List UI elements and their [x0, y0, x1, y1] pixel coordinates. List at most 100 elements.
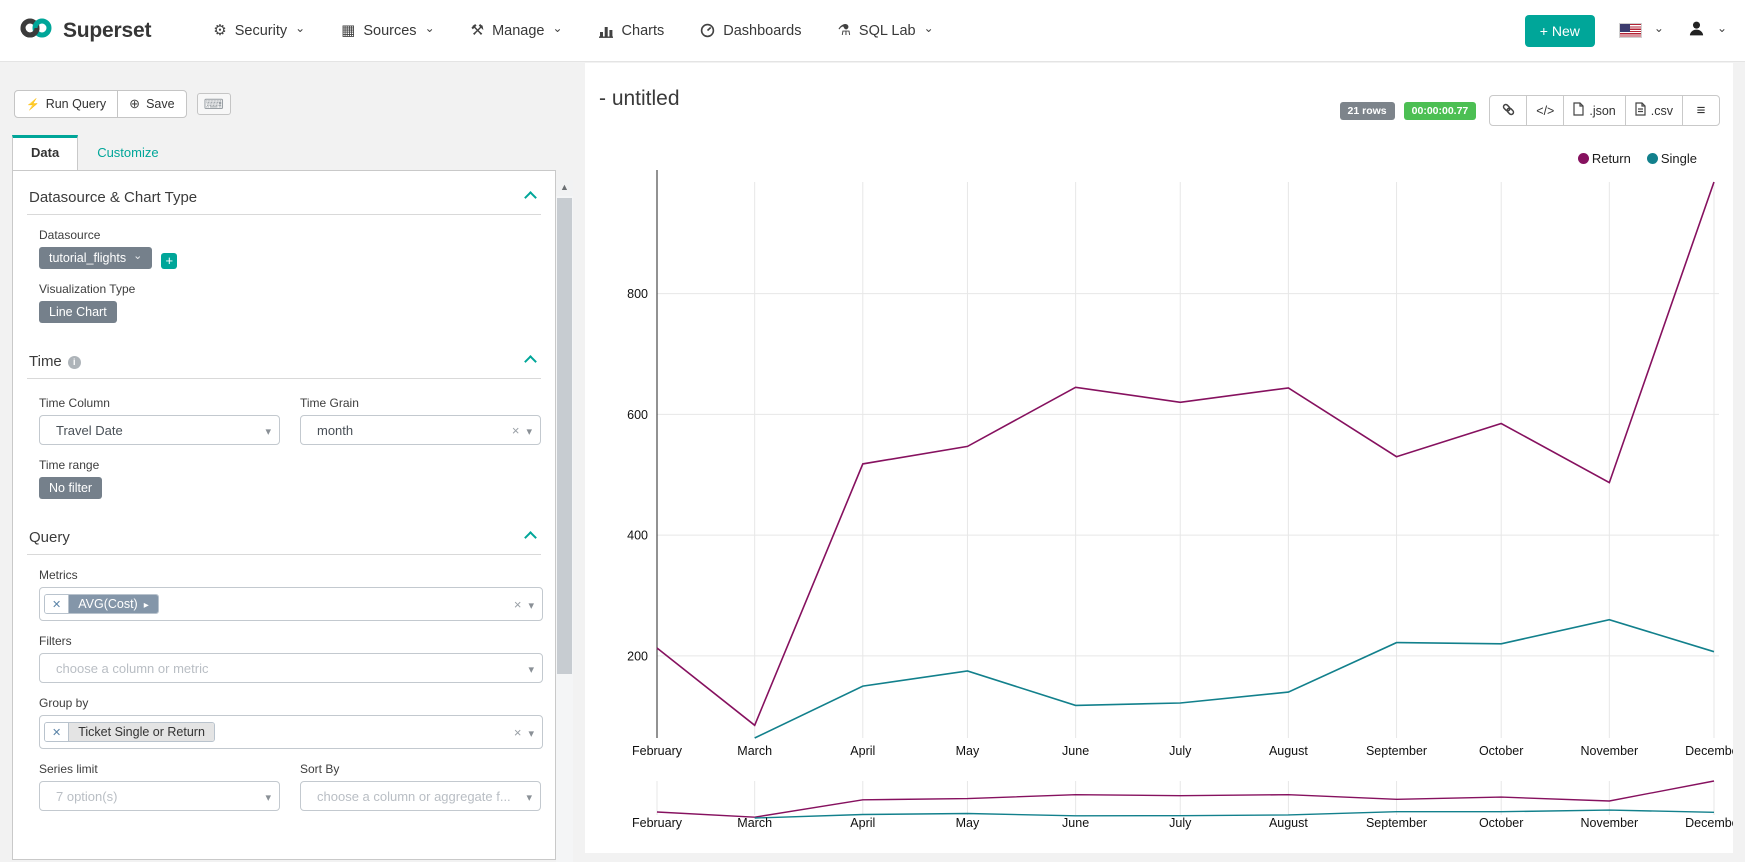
- link-icon: [1501, 102, 1516, 120]
- line-chart-canvas[interactable]: 200400600800FebruaryFebruaryMarchMarchAp…: [585, 63, 1733, 853]
- chevron-down-icon: [133, 251, 142, 265]
- viz-type-label: Visualization Type: [39, 282, 541, 296]
- gear-icon: ⚙: [213, 23, 226, 38]
- panel-scrollbar[interactable]: ▲ ▼: [556, 180, 573, 862]
- add-datasource-icon[interactable]: +: [161, 253, 177, 269]
- clear-icon[interactable]: [514, 597, 522, 612]
- chevron-down-icon: [552, 23, 562, 39]
- controls-card: Datasource & Chart Type Datasource tutor…: [12, 170, 556, 860]
- time-range-chip[interactable]: No filter: [39, 477, 102, 499]
- datasource-value: tutorial_flights: [49, 251, 126, 265]
- tab-data[interactable]: Data: [12, 135, 78, 170]
- menu-label: Manage: [492, 23, 544, 39]
- chevron-down-icon: [528, 725, 534, 740]
- query-duration-badge: 00:00:00.77: [1404, 102, 1477, 120]
- menu-dashboards[interactable]: Dashboards: [700, 23, 801, 39]
- scroll-up-arrow[interactable]: ▲: [556, 180, 573, 196]
- chevron-down-icon: [295, 23, 305, 39]
- chart-header-actions: 21 rows 00:00:00.77 </> .json .: [1340, 95, 1720, 126]
- menu-security[interactable]: ⚙ Security: [213, 23, 305, 39]
- caret-right-icon: [144, 597, 149, 611]
- flask-icon: ⚗: [837, 23, 850, 38]
- query-toolbar: Run Query Save: [14, 90, 231, 118]
- section-header[interactable]: Datasource & Chart Type: [29, 189, 539, 206]
- series-limit-label: Series limit: [39, 762, 280, 776]
- datasource-chip[interactable]: tutorial_flights: [39, 247, 152, 269]
- chevron-down-icon: [265, 789, 271, 804]
- save-button[interactable]: Save: [117, 90, 186, 118]
- svg-text:May: May: [956, 816, 980, 830]
- legend-label: Return: [1592, 151, 1631, 166]
- svg-text:February: February: [632, 816, 683, 830]
- bar-chart-icon: [599, 24, 614, 38]
- svg-text:July: July: [1169, 816, 1192, 830]
- csv-label: .csv: [1651, 104, 1673, 118]
- chevron-down-icon: [526, 789, 532, 804]
- section-header[interactable]: Query: [29, 529, 539, 546]
- language-selector[interactable]: [1619, 22, 1664, 40]
- menu-label: Dashboards: [723, 23, 801, 39]
- time-grain-label: Time Grain: [300, 396, 541, 410]
- svg-text:August: August: [1269, 816, 1308, 830]
- tab-customize[interactable]: Customize: [78, 135, 177, 170]
- remove-metric-icon[interactable]: ✕: [45, 595, 69, 613]
- new-button[interactable]: + New: [1525, 15, 1595, 47]
- chevron-up-icon: [524, 531, 537, 544]
- user-menu[interactable]: [1688, 20, 1727, 42]
- legend-item-return[interactable]: Return: [1578, 151, 1631, 166]
- group-by-select[interactable]: ✕ Ticket Single or Return: [39, 715, 543, 749]
- remove-group-by-icon[interactable]: ✕: [45, 723, 69, 741]
- svg-text:March: March: [737, 744, 772, 758]
- chevron-down-icon: [528, 597, 534, 612]
- chart-title[interactable]: - untitled: [599, 87, 680, 111]
- legend-dot: [1647, 153, 1658, 164]
- svg-text:August: August: [1269, 744, 1308, 758]
- chevron-down-icon: [1717, 22, 1727, 40]
- menu-label: Charts: [622, 23, 665, 39]
- context-line-return: [657, 781, 1714, 817]
- menu-manage[interactable]: ⚒ Manage: [471, 23, 563, 39]
- sort-by-label: Sort By: [300, 762, 541, 776]
- svg-text:February: February: [632, 744, 683, 758]
- sort-by-select[interactable]: choose a column or aggregate f...: [300, 781, 541, 811]
- superset-logo[interactable]: Superset: [18, 16, 151, 45]
- us-flag-icon: [1619, 23, 1642, 38]
- series-limit-select[interactable]: 7 option(s): [39, 781, 280, 811]
- menu-sources[interactable]: ▦ Sources: [341, 23, 434, 39]
- svg-text:600: 600: [627, 408, 648, 422]
- svg-text:200: 200: [627, 649, 648, 663]
- panel-tabs: Data Customize: [12, 135, 178, 170]
- menu-sql-lab[interactable]: ⚗ SQL Lab: [837, 23, 933, 39]
- menu-charts[interactable]: Charts: [599, 23, 665, 39]
- metric-token[interactable]: ✕ AVG(Cost): [44, 594, 159, 614]
- svg-text:June: June: [1062, 744, 1089, 758]
- chart-menu-button[interactable]: ≡: [1682, 95, 1720, 126]
- legend-dot: [1578, 153, 1589, 164]
- view-query-button[interactable]: </>: [1526, 95, 1564, 126]
- clear-icon[interactable]: [512, 423, 520, 438]
- legend-label: Single: [1661, 151, 1697, 166]
- export-json-button[interactable]: .json: [1563, 95, 1625, 126]
- metrics-label: Metrics: [39, 568, 541, 582]
- user-icon: [1688, 20, 1705, 42]
- chevron-down-icon: [425, 23, 435, 39]
- group-by-token-label: Ticket Single or Return: [78, 725, 205, 739]
- dashboard-icon: [700, 23, 715, 38]
- scrollbar-thumb[interactable]: [557, 198, 572, 674]
- group-by-token[interactable]: ✕ Ticket Single or Return: [44, 722, 215, 742]
- viz-type-chip[interactable]: Line Chart: [39, 301, 117, 323]
- keyboard-shortcut-button[interactable]: [197, 93, 231, 115]
- group-by-label: Group by: [39, 696, 541, 710]
- run-query-button[interactable]: Run Query: [14, 90, 118, 118]
- chart-legend: Return Single: [1578, 151, 1697, 166]
- export-csv-button[interactable]: .csv: [1625, 95, 1683, 126]
- filters-select[interactable]: choose a column or metric: [39, 653, 543, 683]
- share-link-button[interactable]: [1489, 95, 1527, 126]
- clear-icon[interactable]: [514, 725, 522, 740]
- time-grain-select[interactable]: month: [300, 415, 541, 445]
- legend-item-single[interactable]: Single: [1647, 151, 1697, 166]
- section-header[interactable]: Timei: [29, 353, 539, 370]
- metrics-select[interactable]: ✕ AVG(Cost): [39, 587, 543, 621]
- time-column-select[interactable]: Travel Date: [39, 415, 280, 445]
- file-json-icon: [1573, 102, 1584, 119]
